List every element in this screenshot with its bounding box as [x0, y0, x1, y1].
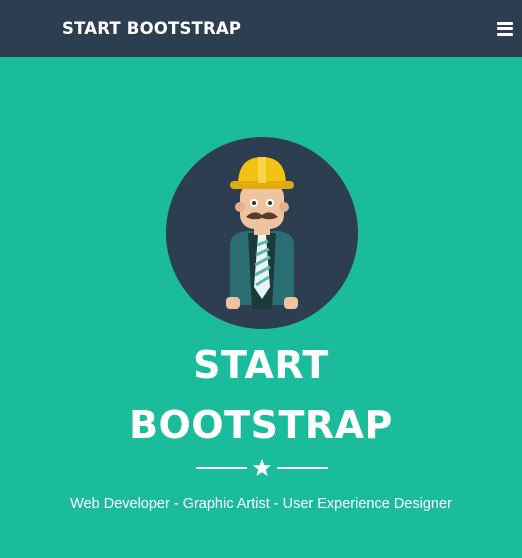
divider-line-left	[196, 467, 247, 469]
page-title-line-2: BOOTSTRAP	[129, 403, 393, 447]
divider-line-right	[277, 467, 328, 469]
menu-bar	[497, 32, 513, 36]
page-title-line-1: START	[193, 343, 329, 387]
star-icon	[253, 459, 271, 476]
navbar-brand[interactable]: START BOOTSTRAP	[62, 19, 241, 38]
avatar-construction-worker-icon	[166, 137, 358, 329]
menu-bar	[497, 21, 513, 25]
masthead: START BOOTSTRAP Web Developer - Graphic …	[0, 57, 522, 558]
menu-bar	[497, 27, 513, 30]
divider	[196, 456, 328, 480]
navbar: START BOOTSTRAP	[0, 0, 522, 57]
subtitle: Web Developer - Graphic Artist - User Ex…	[70, 496, 452, 512]
hamburger-menu-icon[interactable]	[497, 21, 513, 36]
